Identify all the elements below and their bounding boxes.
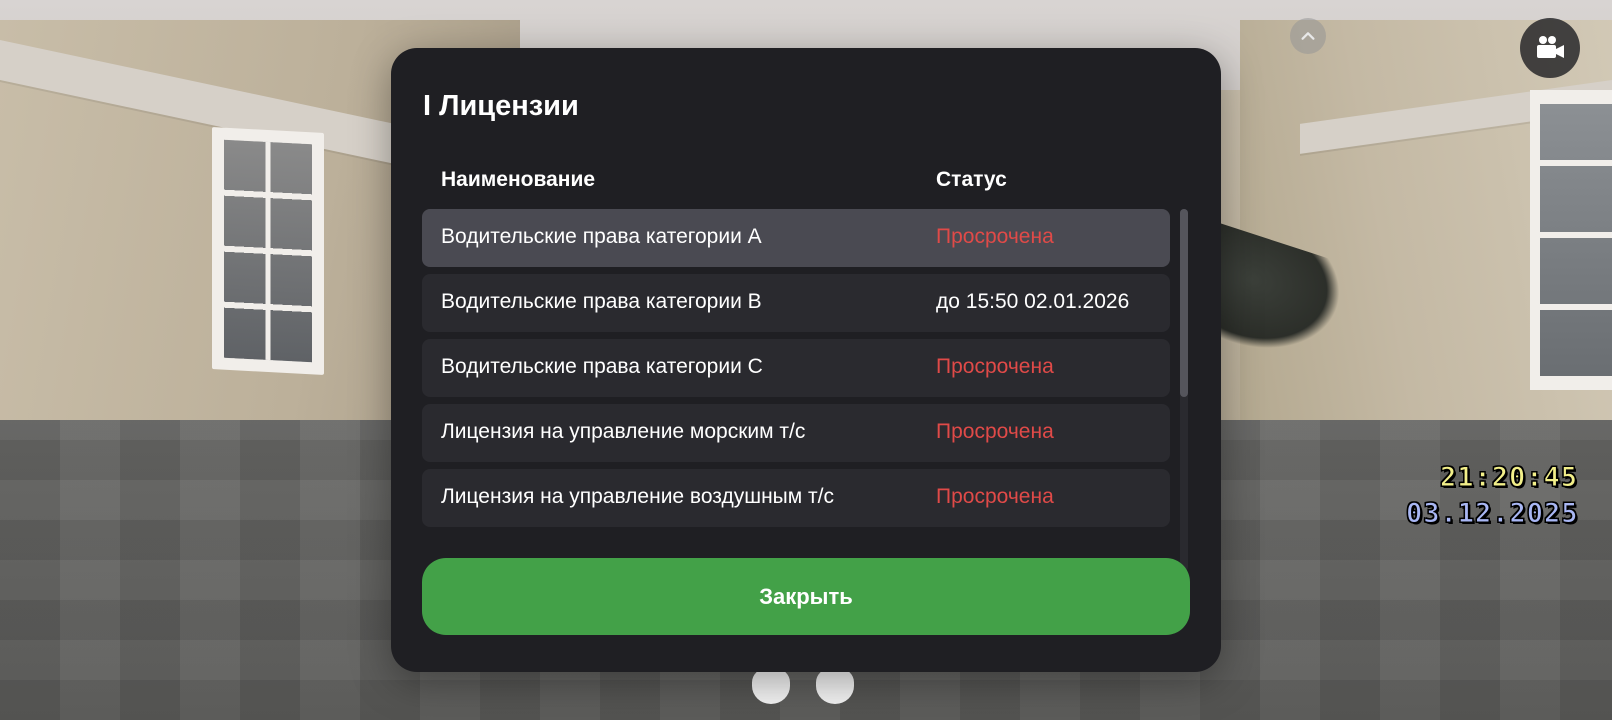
license-status: Просрочена bbox=[936, 225, 1054, 248]
license-status: Просрочена bbox=[936, 420, 1054, 443]
player-foot bbox=[752, 668, 790, 704]
licenses-list[interactable]: Водительские права категории А Просрочен… bbox=[422, 209, 1170, 571]
scrollbar-thumb[interactable] bbox=[1180, 209, 1188, 397]
license-name: Лицензия на управление воздушным т/с bbox=[441, 485, 834, 508]
window bbox=[1530, 90, 1612, 390]
video-camera-icon bbox=[1537, 36, 1564, 58]
player-foot bbox=[816, 668, 854, 704]
table-row[interactable]: Лицензия на управление морским т/с Проср… bbox=[422, 404, 1170, 462]
license-status: до 15:50 02.01.2026 bbox=[936, 290, 1130, 313]
table-header: Наименование Статус bbox=[423, 168, 1169, 200]
column-header-status: Статус bbox=[936, 168, 1007, 191]
table-row[interactable]: Водительские права категории А Просрочен… bbox=[422, 209, 1170, 267]
window bbox=[212, 127, 324, 375]
column-header-name: Наименование bbox=[441, 168, 596, 191]
license-name: Водительские права категории В bbox=[441, 290, 762, 313]
hud-clock: 21:20:45 bbox=[1439, 462, 1579, 494]
close-button[interactable]: Закрыть bbox=[422, 558, 1190, 635]
collapse-button[interactable] bbox=[1290, 18, 1326, 54]
license-name: Водительские права категории С bbox=[441, 355, 763, 378]
camera-button[interactable] bbox=[1520, 18, 1580, 78]
license-name: Лицензия на управление морским т/с bbox=[441, 420, 806, 443]
license-name: Водительские права категории А bbox=[441, 225, 762, 248]
table-row[interactable]: Лицензия на управление воздушным т/с Про… bbox=[422, 469, 1170, 527]
dialog-title: I Лицензии bbox=[423, 90, 579, 122]
chevron-up-icon bbox=[1301, 32, 1315, 40]
license-status: Просрочена bbox=[936, 485, 1054, 508]
table-row[interactable]: Водительские права категории С Просрочен… bbox=[422, 339, 1170, 397]
list-scrollbar[interactable] bbox=[1180, 209, 1188, 571]
licenses-dialog: I Лицензии Наименование Статус Водительс… bbox=[391, 48, 1221, 672]
license-status: Просрочена bbox=[936, 355, 1054, 378]
table-row[interactable]: Водительские права категории В до 15:50 … bbox=[422, 274, 1170, 332]
hud-date: 03.12.2025 bbox=[1406, 498, 1579, 530]
